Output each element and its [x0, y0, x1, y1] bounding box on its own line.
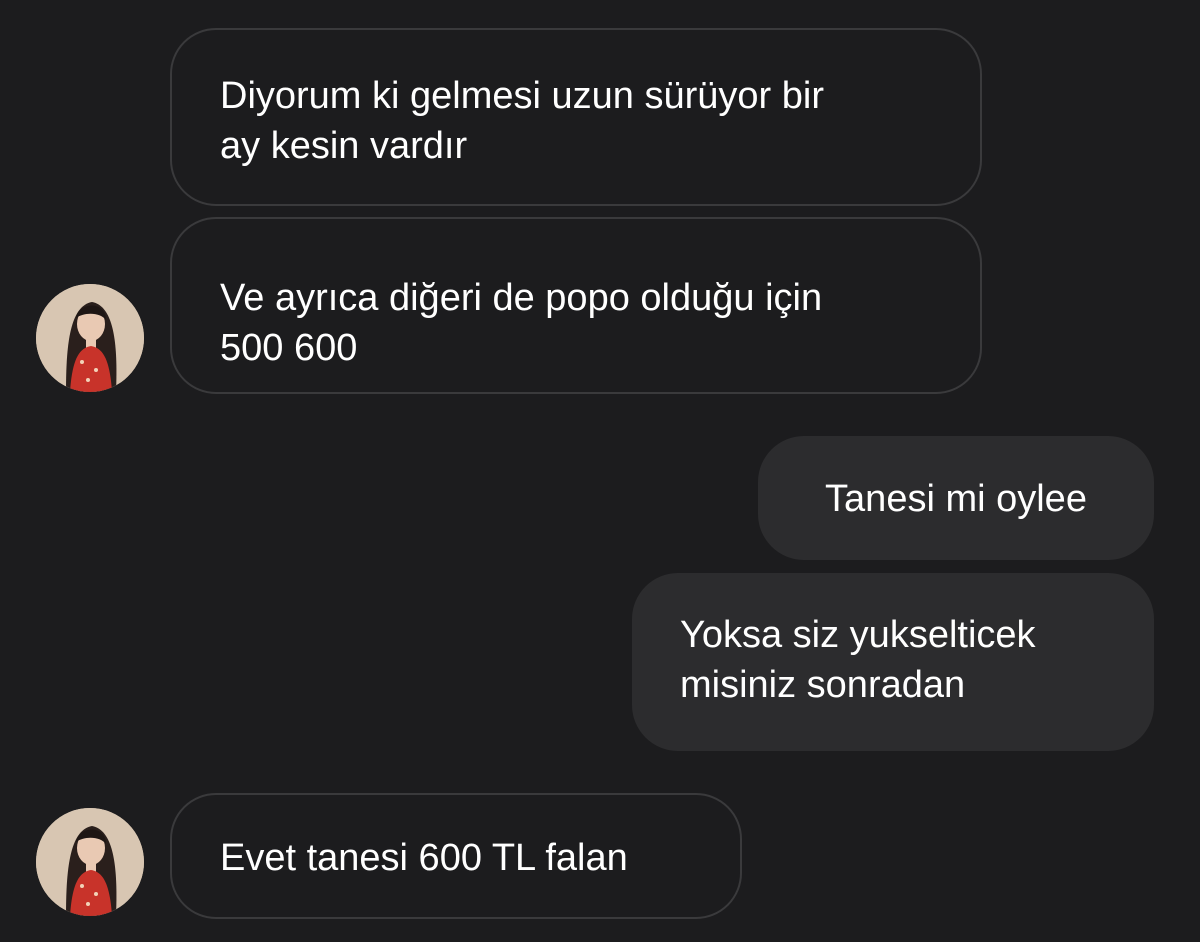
contact-avatar[interactable] [36, 808, 144, 916]
message-bubble-received[interactable]: Diyorum ki gelmesi uzun sürüyor bir ay k… [170, 28, 982, 206]
avatar-photo-icon [36, 808, 144, 916]
message-bubble-sent[interactable]: Yoksa siz yukselticek misiniz sonradan [632, 573, 1154, 751]
message-bubble-sent[interactable]: Tanesi mi oylee [758, 436, 1154, 560]
chat-thread: Diyorum ki gelmesi uzun sürüyor bir ay k… [0, 0, 1200, 942]
avatar-photo-icon [36, 284, 144, 392]
message-bubble-received[interactable]: Evet tanesi 600 TL falan [170, 793, 742, 919]
message-bubble-received[interactable]: Ve ayrıca diğeri de popo olduğu için 500… [170, 217, 982, 394]
contact-avatar[interactable] [36, 284, 144, 392]
